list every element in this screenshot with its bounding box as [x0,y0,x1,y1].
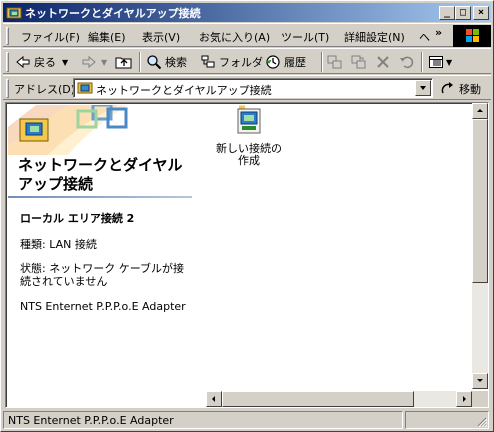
menu-file[interactable]: ファイル(F) [21,29,80,45]
connection-status: 状態: ネットワーク ケーブルが接続されていません [20,262,185,288]
scroll-down-button[interactable] [472,373,488,389]
toolbar-separator [139,52,141,72]
copy-to-button[interactable] [351,52,367,72]
vertical-scrollbar[interactable] [472,103,488,389]
search-label: 検索 [165,56,187,69]
folders-icon [201,55,215,68]
chevron-down-icon [420,86,426,90]
views-button[interactable]: ▼ [428,52,452,72]
delete-button[interactable] [375,52,391,72]
history-button[interactable]: 履歴 [265,52,306,72]
forward-arrow-icon [82,55,96,69]
menu-advanced[interactable]: 詳細設定(N) [344,29,405,45]
search-button[interactable]: 検索 [146,52,187,72]
menu-favorites[interactable]: お気に入り(A) [199,29,270,45]
windows-logo [453,25,491,47]
back-button[interactable]: 戻る ▼ [15,52,68,72]
close-button[interactable]: × [473,6,489,20]
scroll-up-button[interactable] [472,103,488,119]
scroll-left-button[interactable] [206,391,222,407]
undo-button[interactable] [399,52,415,72]
new-connection-icon [237,105,261,134]
status-panel-right [405,411,489,429]
up-folder-icon [115,57,132,69]
toolbar-grip[interactable] [6,52,9,72]
menu-bar: ファイル(F) 編集(E) 表示(V) お気に入り(A) ツール(T) 詳細設定… [3,23,491,47]
move-to-button[interactable] [327,52,343,72]
menu-tools[interactable]: ツール(T) [281,29,329,45]
go-arrow-icon [441,81,453,93]
undo-icon [400,56,414,69]
move-to-icon [327,55,342,69]
delete-icon [377,56,389,68]
go-label: 移動 [459,82,481,96]
connection-type: 種類: LAN 接続 [20,238,97,251]
address-bar: アドレス(D) ネットワークとダイヤルアップ接続 移動 [3,75,491,100]
views-dropdown-icon[interactable]: ▼ [446,58,452,67]
address-dropdown-button[interactable] [415,80,431,96]
web-view-pane: ネットワークとダイヤルアップ接続 ローカル エリア接続 2 種類: LAN 接続… [8,105,194,405]
horizontal-scrollbar[interactable] [206,391,472,407]
toolbar-separator [321,52,323,72]
scroll-right-button[interactable] [456,391,472,407]
status-text: NTS Enternet P.P.P.o.E Adapter [8,414,174,427]
new-connection-label: 新しい接続の作成 [216,142,282,167]
menu-overflow-chevron[interactable]: » [435,26,442,39]
window-title: ネットワークとダイヤルアップ接続 [25,7,201,20]
network-folder-icon [6,7,22,19]
go-button[interactable]: 移動 [440,79,481,98]
up-folder-button[interactable] [115,52,133,72]
menu-bar-grip[interactable] [6,27,9,45]
address-bar-grip[interactable] [6,79,9,98]
explorer-window: ネットワークとダイヤルアップ接続 _ □ × ファイル(F) 編集(E) 表示(… [0,0,494,432]
forward-dropdown-icon[interactable]: ▼ [101,58,107,67]
maximize-button[interactable]: □ [455,6,471,20]
horizontal-scroll-thumb[interactable] [222,391,414,407]
status-bar: NTS Enternet P.P.P.o.E Adapter [3,410,491,430]
network-folder-icon [77,82,93,94]
scroll-up-arrow-icon [477,109,483,112]
toolbar-separator [421,52,423,72]
network-banner-graphic [8,105,194,155]
address-label: アドレス(D) [14,83,76,96]
address-value: ネットワークとダイヤルアップ接続 [96,84,272,97]
forward-button[interactable]: ▼ [81,52,107,72]
folders-button[interactable]: フォルダ [200,52,263,72]
title-bar[interactable]: ネットワークとダイヤルアップ接続 _ □ × [3,3,491,22]
pane-divider [8,196,192,198]
back-label: 戻る [34,56,56,69]
back-arrow-icon [16,55,30,69]
standard-toolbar: 戻る ▼ ▼ 検索 フォルダ 履歴 ▼ [3,48,491,74]
folder-view[interactable]: ネットワークとダイヤルアップ接続 ローカル エリア接続 2 種類: LAN 接続… [5,102,489,408]
back-dropdown-icon[interactable]: ▼ [62,58,68,67]
pane-title: ネットワークとダイヤルアップ接続 [18,156,183,193]
connection-name: ローカル エリア接続 2 [20,212,135,225]
vertical-scroll-thumb[interactable] [472,119,488,283]
scroll-right-arrow-icon [463,396,466,402]
search-icon [147,55,162,70]
minimize-button[interactable]: _ [439,6,455,20]
history-icon [266,55,280,69]
folders-label: フォルダ [219,56,263,69]
scroll-down-arrow-icon [477,379,483,382]
menu-help[interactable]: ヘ [419,29,430,45]
menu-edit[interactable]: 編集(E) [88,29,126,45]
resize-grip-icon[interactable] [475,415,487,427]
adapter-name: NTS Enternet P.P.P.o.E Adapter [20,300,186,313]
history-label: 履歴 [284,56,306,69]
scrollbar-corner [472,391,488,407]
status-panel-main: NTS Enternet P.P.P.o.E Adapter [3,411,403,429]
scroll-left-arrow-icon [212,396,215,402]
address-field[interactable]: ネットワークとダイヤルアップ接続 [73,78,433,98]
views-icon [429,56,443,68]
menu-view[interactable]: 表示(V) [142,29,180,45]
copy-to-icon [351,55,366,69]
